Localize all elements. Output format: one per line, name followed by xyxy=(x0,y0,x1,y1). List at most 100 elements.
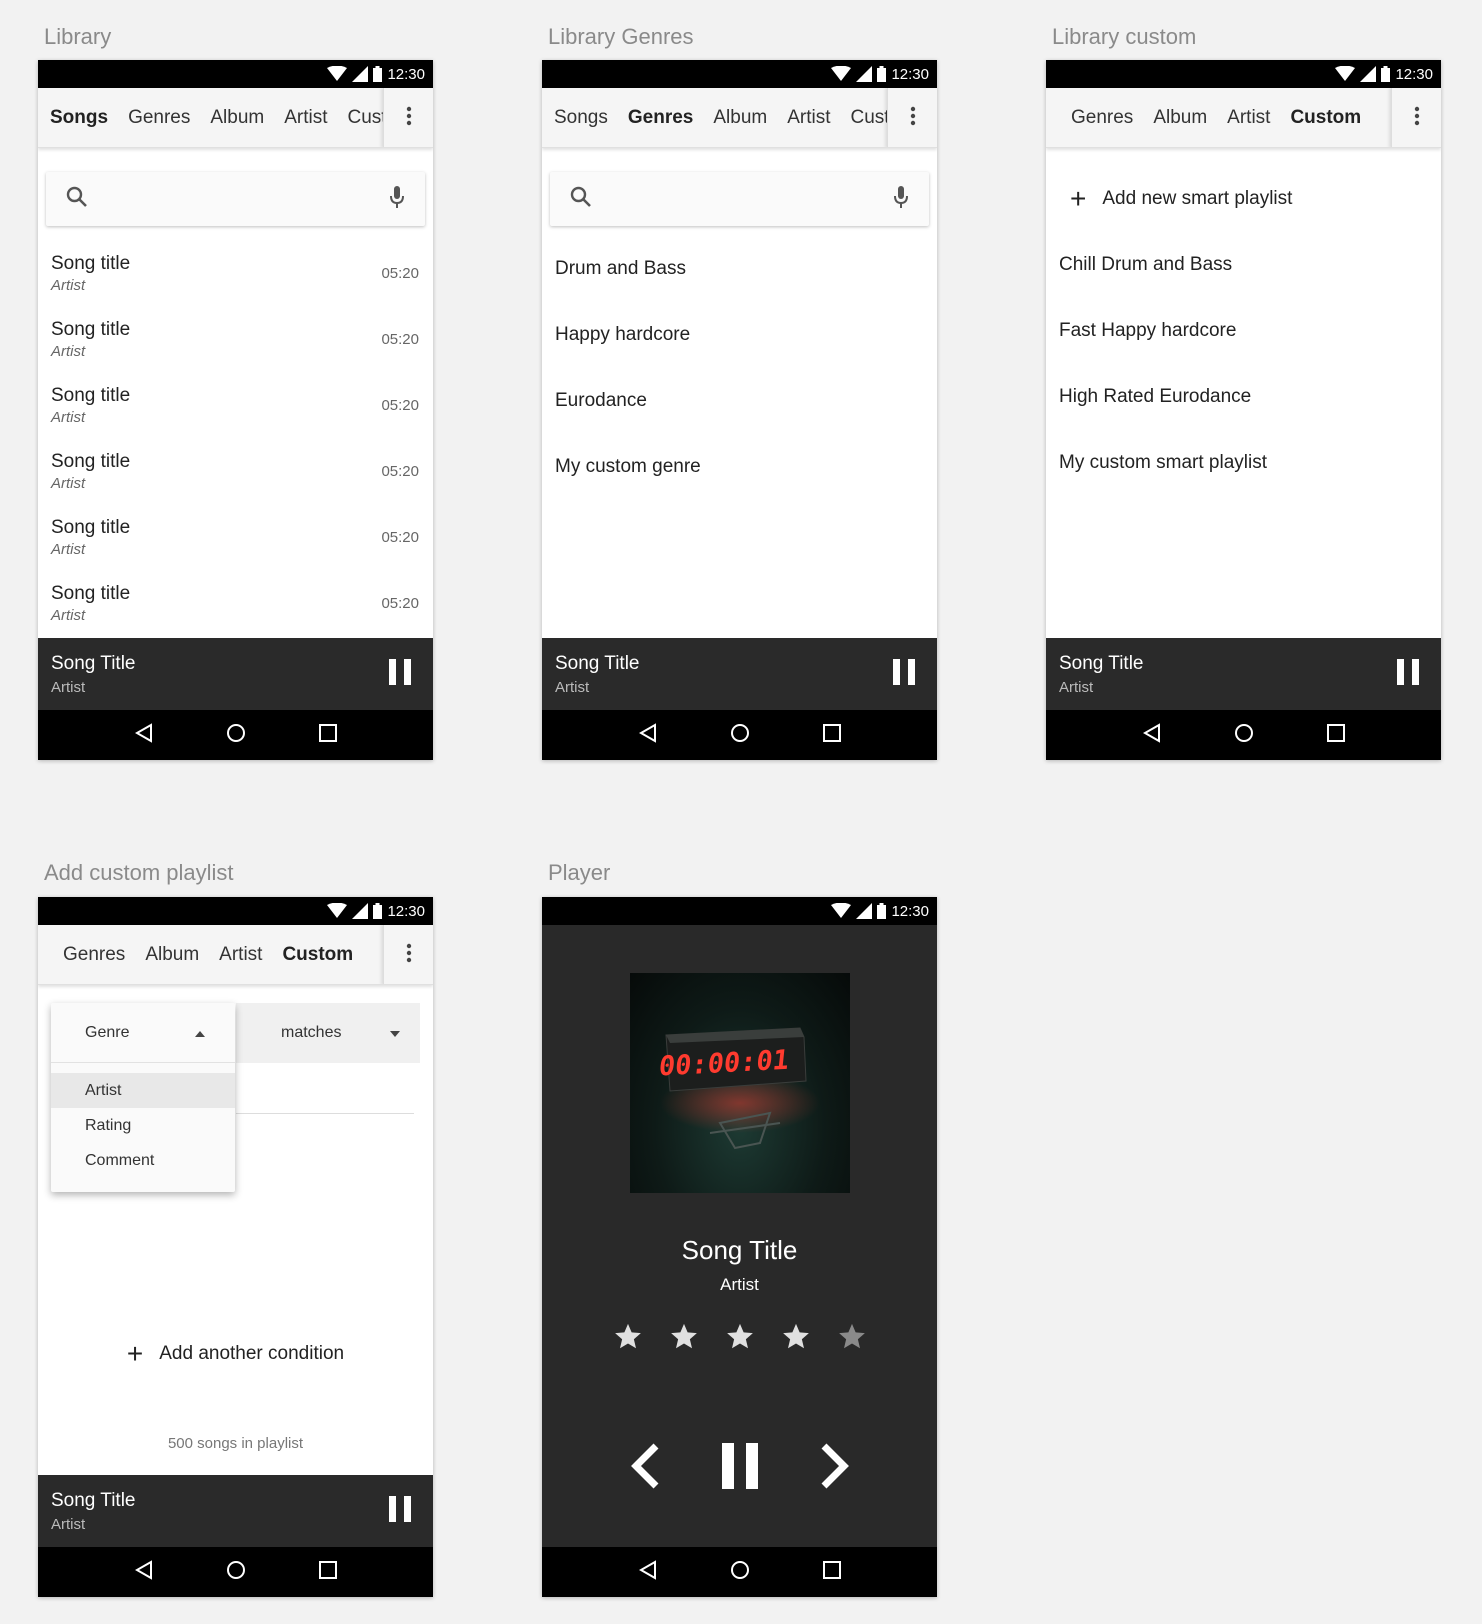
signal-icon xyxy=(1360,66,1377,82)
add-smart-playlist-button[interactable]: + Add new smart playlist xyxy=(1046,166,1441,232)
recents-icon[interactable] xyxy=(318,723,337,747)
pause-icon[interactable] xyxy=(389,658,411,690)
nav-bar xyxy=(542,1547,937,1597)
pause-icon[interactable] xyxy=(893,658,915,690)
tab-genres[interactable]: Genres xyxy=(628,107,693,129)
tab-album[interactable]: Album xyxy=(1153,107,1207,129)
tab-custom[interactable]: Custom xyxy=(851,107,888,129)
phone-library-genres: 12:30 Songs Genres Album Artist Custom D… xyxy=(542,60,937,760)
star-icon[interactable] xyxy=(725,1322,755,1357)
wifi-icon xyxy=(327,903,348,919)
mic-icon[interactable] xyxy=(893,185,909,214)
tab-artist[interactable]: Artist xyxy=(1227,107,1270,129)
pause-icon[interactable] xyxy=(1397,658,1419,690)
more-menu-button[interactable] xyxy=(887,88,937,147)
search-input[interactable] xyxy=(550,172,929,226)
tab-songs[interactable]: Songs xyxy=(554,107,608,129)
mini-player[interactable]: Song Title Artist xyxy=(38,1475,433,1547)
genre-item[interactable]: Happy hardcore xyxy=(542,302,937,368)
smart-playlist-item[interactable]: Chill Drum and Bass xyxy=(1046,232,1441,298)
genre-item[interactable]: Eurodance xyxy=(542,368,937,434)
dropdown-option[interactable]: Comment xyxy=(51,1143,235,1178)
more-menu-button[interactable] xyxy=(383,925,433,984)
signal-icon xyxy=(856,66,873,82)
smart-playlist-item[interactable]: High Rated Eurodance xyxy=(1046,364,1441,430)
pause-icon[interactable] xyxy=(389,1495,411,1527)
screen-label-player: Player xyxy=(548,860,611,885)
more-menu-button[interactable] xyxy=(1391,88,1441,147)
song-row[interactable]: Song title Artist 05:20 xyxy=(38,504,433,570)
pause-icon[interactable] xyxy=(721,1443,758,1494)
back-icon[interactable] xyxy=(134,1559,153,1585)
tab-artist[interactable]: Artist xyxy=(787,107,830,129)
genre-list: Drum and Bass Happy hardcore Eurodance M… xyxy=(542,236,937,500)
star-icon[interactable] xyxy=(669,1322,699,1357)
song-duration: 05:20 xyxy=(381,462,419,480)
recents-icon[interactable] xyxy=(1326,723,1345,747)
add-condition-button[interactable]: + Add another condition xyxy=(38,1340,433,1368)
more-vert-icon xyxy=(1414,106,1420,131)
home-icon[interactable] xyxy=(226,1560,246,1585)
value-field-underline[interactable] xyxy=(236,1113,414,1114)
tab-songs[interactable]: Songs xyxy=(50,107,108,129)
tab-custom[interactable]: Custom xyxy=(1290,107,1361,129)
song-duration: 05:20 xyxy=(381,330,419,348)
genre-item[interactable]: Drum and Bass xyxy=(542,236,937,302)
star-icon[interactable] xyxy=(837,1322,867,1357)
star-icon[interactable] xyxy=(613,1322,643,1357)
song-artist: Artist xyxy=(51,276,86,294)
smart-playlist-item[interactable]: My custom smart playlist xyxy=(1046,430,1441,496)
smart-playlist-item[interactable]: Fast Happy hardcore xyxy=(1046,298,1441,364)
rating-stars[interactable] xyxy=(542,1322,937,1357)
back-icon[interactable] xyxy=(638,1559,657,1585)
tab-artist[interactable]: Artist xyxy=(284,107,327,129)
battery-icon xyxy=(1381,66,1391,82)
star-icon[interactable] xyxy=(781,1322,811,1357)
mini-player[interactable]: Song Title Artist xyxy=(542,638,937,710)
tab-genres[interactable]: Genres xyxy=(63,944,125,966)
mini-player[interactable]: Song Title Artist xyxy=(38,638,433,710)
home-icon[interactable] xyxy=(730,723,750,748)
tab-album[interactable]: Album xyxy=(713,107,767,129)
song-row[interactable]: Song title Artist 05:20 xyxy=(38,438,433,504)
next-icon[interactable] xyxy=(820,1442,850,1495)
player-controls xyxy=(542,1442,937,1495)
home-icon[interactable] xyxy=(226,723,246,748)
genre-item[interactable]: My custom genre xyxy=(542,434,937,500)
song-row[interactable]: Song title Artist 05:20 xyxy=(38,570,433,636)
tab-artist[interactable]: Artist xyxy=(219,944,262,966)
search-icon xyxy=(570,186,592,213)
dropdown-option[interactable]: Artist xyxy=(51,1073,235,1108)
mini-player[interactable]: Song Title Artist xyxy=(1046,638,1441,710)
field-dropdown[interactable]: Genre xyxy=(51,1003,235,1063)
search-input[interactable] xyxy=(46,172,425,226)
tab-custom[interactable]: Custom xyxy=(348,107,383,129)
home-icon[interactable] xyxy=(730,1560,750,1585)
back-icon[interactable] xyxy=(1142,722,1161,748)
song-row[interactable]: Song title Artist 05:20 xyxy=(38,240,433,306)
song-row[interactable]: Song title Artist 05:20 xyxy=(38,306,433,372)
operator-dropdown[interactable]: matches xyxy=(236,1003,420,1063)
tab-album[interactable]: Album xyxy=(145,944,199,966)
wifi-icon xyxy=(327,66,348,82)
back-icon[interactable] xyxy=(638,722,657,748)
song-title: Song title xyxy=(51,516,131,538)
tab-genres[interactable]: Genres xyxy=(128,107,190,129)
home-icon[interactable] xyxy=(1234,723,1254,748)
battery-icon xyxy=(373,66,383,82)
mini-player-title: Song Title xyxy=(1059,652,1144,674)
more-menu-button[interactable] xyxy=(383,88,433,147)
recents-icon[interactable] xyxy=(318,1560,337,1584)
song-row[interactable]: Song title Artist 05:20 xyxy=(38,372,433,438)
back-icon[interactable] xyxy=(134,722,153,748)
tab-genres[interactable]: Genres xyxy=(1071,107,1133,129)
tab-custom[interactable]: Custom xyxy=(282,944,353,966)
mic-icon[interactable] xyxy=(389,185,405,214)
recents-icon[interactable] xyxy=(822,723,841,747)
tab-album[interactable]: Album xyxy=(210,107,264,129)
nav-bar xyxy=(542,710,937,760)
condition-editor: matches Genre Artist Rating Comment + Ad… xyxy=(38,985,433,1475)
recents-icon[interactable] xyxy=(822,1560,841,1584)
dropdown-option[interactable]: Rating xyxy=(51,1108,235,1143)
previous-icon[interactable] xyxy=(630,1442,660,1495)
